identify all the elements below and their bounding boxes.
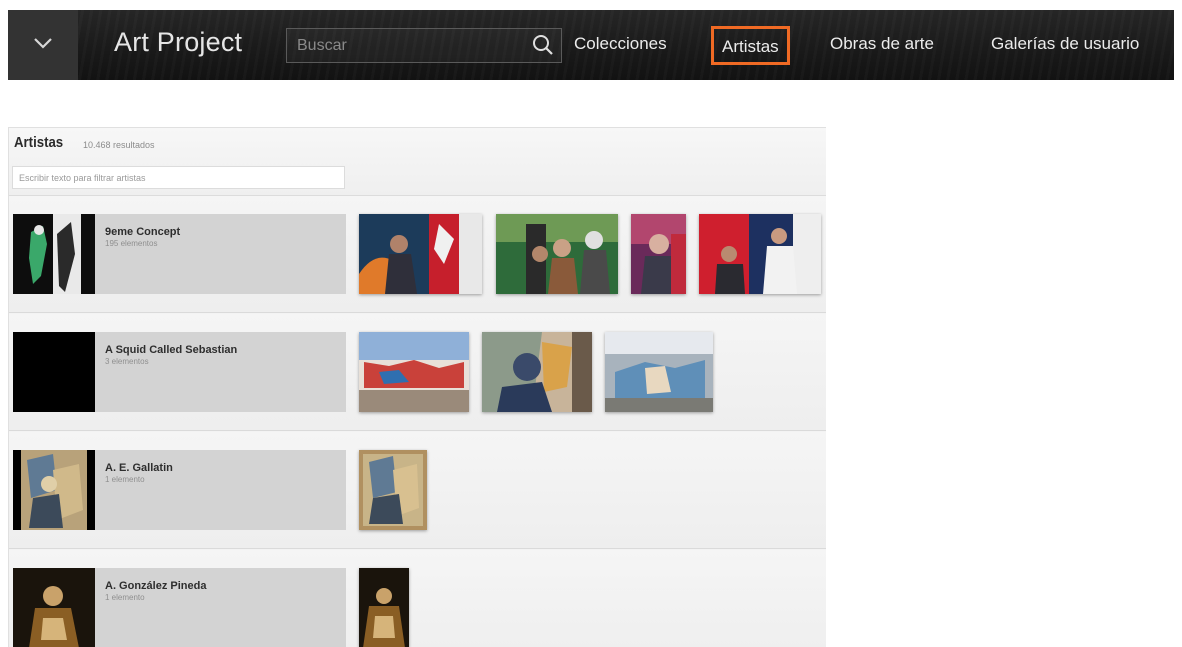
artist-thumbnail [13, 332, 95, 412]
nav-link-galerias-de-usuario[interactable]: Galerías de usuario [991, 34, 1139, 54]
page-title: Artistas [14, 134, 64, 151]
artist-name: 9eme Concept [105, 226, 181, 238]
artwork-thumbnail[interactable] [359, 214, 482, 294]
artist-row: A. González Pineda 1 elemento [9, 550, 826, 647]
artist-row: A. E. Gallatin 1 elemento [9, 432, 826, 549]
search-input[interactable] [287, 29, 517, 62]
search-box [286, 28, 562, 63]
artwork-thumbnail[interactable] [482, 332, 592, 412]
artist-name: A. González Pineda [105, 580, 207, 592]
artist-item-count: 1 elemento [105, 475, 145, 484]
chevron-down-icon [32, 36, 54, 55]
artist-card[interactable]: A. González Pineda 1 elemento [13, 568, 346, 647]
artist-thumbnail [13, 568, 95, 647]
artists-panel: Artistas 10.468 resultados 9eme Concept … [8, 127, 826, 647]
menu-toggle-button[interactable] [8, 10, 78, 80]
artwork-thumbnail[interactable] [496, 214, 618, 294]
nav-link-artistas[interactable]: Artistas [711, 26, 790, 65]
artist-card[interactable]: A. E. Gallatin 1 elemento [13, 450, 346, 530]
nav-link-colecciones[interactable]: Colecciones [574, 34, 667, 54]
artist-item-count: 195 elementos [105, 239, 158, 248]
top-navigation-bar: Art Project Colecciones Artistas Obras d… [8, 10, 1174, 80]
artist-row: 9eme Concept 195 elementos [9, 196, 826, 313]
artist-item-count: 3 elementos [105, 357, 149, 366]
nav-link-obras-de-arte[interactable]: Obras de arte [830, 34, 934, 54]
artwork-thumbnail[interactable] [699, 214, 821, 294]
app-title[interactable]: Art Project [114, 27, 242, 58]
artwork-thumbnail[interactable] [359, 450, 427, 530]
artist-thumbnail [13, 214, 95, 294]
artist-name: A. E. Gallatin [105, 462, 173, 474]
search-icon[interactable] [531, 33, 555, 57]
artist-thumbnail [13, 450, 95, 530]
artist-row: A Squid Called Sebastian 3 elementos [9, 314, 826, 431]
artwork-thumbnail[interactable] [605, 332, 713, 412]
artist-item-count: 1 elemento [105, 593, 145, 602]
artist-filter-input[interactable] [12, 166, 345, 189]
artist-name: A Squid Called Sebastian [105, 344, 238, 356]
artwork-thumbnail[interactable] [359, 332, 469, 412]
artists-panel-header: Artistas 10.468 resultados [9, 128, 826, 196]
artist-card[interactable]: 9eme Concept 195 elementos [13, 214, 346, 294]
artwork-thumbnail[interactable] [359, 568, 409, 647]
artwork-thumbnail[interactable] [631, 214, 686, 294]
artist-card[interactable]: A Squid Called Sebastian 3 elementos [13, 332, 346, 412]
result-count: 10.468 resultados [83, 140, 155, 150]
